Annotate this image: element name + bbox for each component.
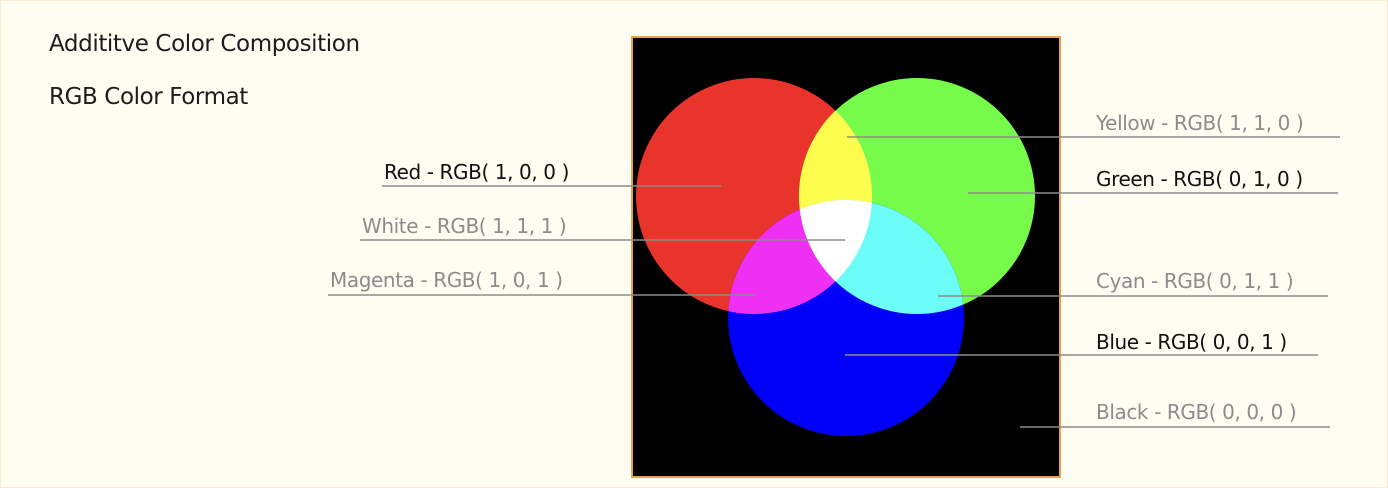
white-label: White - RGB( 1, 1, 1 ) [362, 214, 566, 238]
green-label: Green - RGB( 0, 1, 0 ) [1096, 167, 1303, 191]
yellow-label: Yellow - RGB( 1, 1, 0 ) [1095, 111, 1303, 135]
cyan-label: Cyan - RGB( 0, 1, 1 ) [1096, 269, 1293, 293]
magenta-label: Magenta - RGB( 1, 0, 1 ) [330, 268, 563, 292]
blue-label: Blue - RGB( 0, 0, 1 ) [1096, 330, 1287, 354]
red-label: Red - RGB( 1, 0, 0 ) [384, 160, 569, 184]
black-label: Black - RGB( 0, 0, 0 ) [1096, 400, 1296, 424]
rgb-venn-diagram: Red - RGB( 1, 0, 0 ) White - RGB( 1, 1, … [328, 36, 1340, 478]
